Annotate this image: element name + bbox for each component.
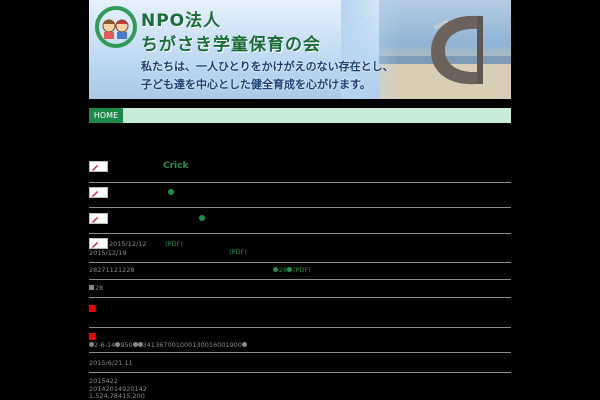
divider [89, 327, 511, 328]
divider [89, 279, 511, 280]
date-label: 2015/12/19 [89, 249, 127, 257]
entry-badge [89, 238, 108, 249]
pencil-icon [92, 165, 98, 171]
nav-bar: HOME [89, 108, 511, 123]
motto-line-1: 私たちは、一人ひとりをかけがえのない存在とし、 [141, 60, 394, 73]
org-type-label: NPO法人 [141, 11, 222, 31]
red-square-icon [89, 305, 95, 312]
green-dot-icon [287, 267, 292, 272]
entry-text: 28 [95, 284, 104, 292]
bullet-icon [132, 342, 138, 347]
entry-badge [89, 213, 108, 224]
divider [89, 207, 511, 208]
entry-number-link[interactable]: 28 [279, 266, 287, 274]
pencil-icon [92, 217, 98, 223]
entry-badge [89, 161, 108, 172]
logo-icon [92, 6, 140, 48]
entry-number: 28271121228 [89, 266, 135, 274]
entry-text: 1,524,78415,200 [89, 392, 145, 400]
divider [89, 352, 511, 353]
page: MOYAI NPO法人 ちがさき学童保育の会 私たちは、一人ひとりをかけがえのな… [89, 0, 511, 400]
date-label: 2015/12/12 [109, 240, 147, 248]
divider [89, 182, 511, 183]
bullet-icon [241, 342, 247, 347]
pdf-link[interactable]: (PDF) [165, 240, 183, 248]
pdf-link[interactable]: (PDF) [293, 266, 311, 274]
green-dot-icon [273, 267, 278, 272]
divider [89, 262, 511, 263]
pdf-link[interactable]: (PDF) [229, 248, 247, 256]
red-square-icon [89, 333, 95, 340]
entry-text: 2015422 [89, 377, 118, 385]
bullet-icon [89, 285, 94, 290]
org-name: ちがさき学童保育の会 [141, 35, 321, 55]
entry-text: 2015/6/21 11 [89, 359, 133, 367]
green-dot-icon [199, 215, 205, 221]
header-banner: MOYAI NPO法人 ちがさき学童保育の会 私たちは、一人ひとりをかけがえのな… [89, 0, 511, 99]
motto-line-2: 子ども達を中心とした健全育成を心がけます。 [141, 78, 371, 91]
entry-title-link[interactable]: Crick [163, 161, 188, 171]
entry-line: 2-6-14 950 341367001000130016001900 [89, 341, 247, 349]
pencil-icon [92, 191, 98, 197]
pencil-icon [92, 242, 98, 248]
divider [89, 297, 511, 298]
green-dot-icon [168, 189, 174, 195]
divider [89, 233, 511, 234]
nav-home-link[interactable]: HOME [89, 108, 123, 123]
entry-badge [89, 187, 108, 198]
divider [89, 372, 511, 373]
